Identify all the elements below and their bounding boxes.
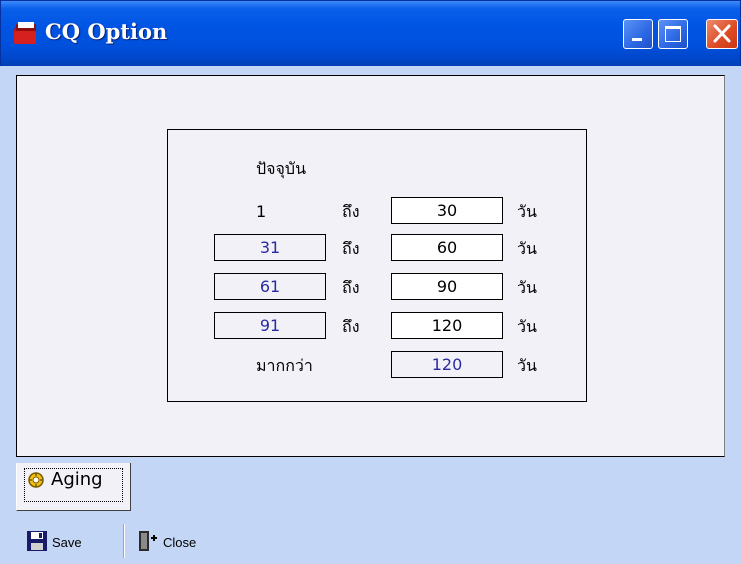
title-bar[interactable]: CQ Option	[0, 0, 741, 66]
client-area: ปัจจุบัน 1 ถึง 30 วัน 31 ถึง 60 วัน 61 ถ…	[0, 66, 741, 564]
more-than-days-label: วัน	[517, 356, 537, 375]
tab-aging[interactable]: Aging	[16, 463, 131, 511]
row2-days-label: วัน	[517, 239, 537, 258]
clock-gear-icon	[28, 472, 44, 488]
close-window-button[interactable]	[706, 19, 738, 49]
row2-to-label: ถึง	[342, 239, 360, 258]
row4-to-label: ถึง	[342, 317, 360, 336]
maximize-icon	[665, 26, 681, 42]
aging-range-group: ปัจจุบัน 1 ถึง 30 วัน 31 ถึง 60 วัน 61 ถ…	[167, 129, 587, 402]
aging-tab-panel: ปัจจุบัน 1 ถึง 30 วัน 31 ถึง 60 วัน 61 ถ…	[16, 75, 725, 457]
minimize-button[interactable]	[623, 19, 653, 49]
row4-to-input[interactable]: 120	[391, 312, 503, 339]
row1-from-value: 1	[256, 202, 267, 221]
row3-from-field: 61	[214, 273, 326, 300]
row1-to-label: ถึง	[342, 202, 360, 221]
more-than-label: มากกว่า	[256, 356, 313, 375]
row3-to-label: ถึง	[342, 278, 360, 297]
row4-from-field: 91	[214, 312, 326, 339]
maximize-button[interactable]	[658, 19, 688, 49]
save-button[interactable]: Save	[26, 530, 96, 556]
current-label: ปัจจุบัน	[256, 159, 306, 178]
row1-to-input[interactable]: 30	[391, 197, 503, 224]
toolbar-separator	[123, 524, 125, 558]
folder-red-icon	[14, 22, 36, 44]
window-title: CQ Option	[45, 19, 168, 44]
row3-to-input[interactable]: 90	[391, 273, 503, 300]
close-button[interactable]: Close	[137, 530, 217, 556]
exit-door-icon	[139, 531, 157, 551]
floppy-disk-icon	[27, 531, 47, 551]
save-label: Save	[52, 535, 82, 550]
row3-days-label: วัน	[517, 278, 537, 297]
tab-aging-label: Aging	[51, 469, 103, 490]
more-than-field: 120	[391, 351, 503, 378]
row2-to-input[interactable]: 60	[391, 234, 503, 261]
close-label: Close	[163, 535, 197, 550]
row1-days-label: วัน	[517, 202, 537, 221]
row4-days-label: วัน	[517, 317, 537, 336]
row2-from-field: 31	[214, 234, 326, 261]
minimize-icon	[632, 38, 642, 41]
close-icon	[713, 24, 731, 43]
